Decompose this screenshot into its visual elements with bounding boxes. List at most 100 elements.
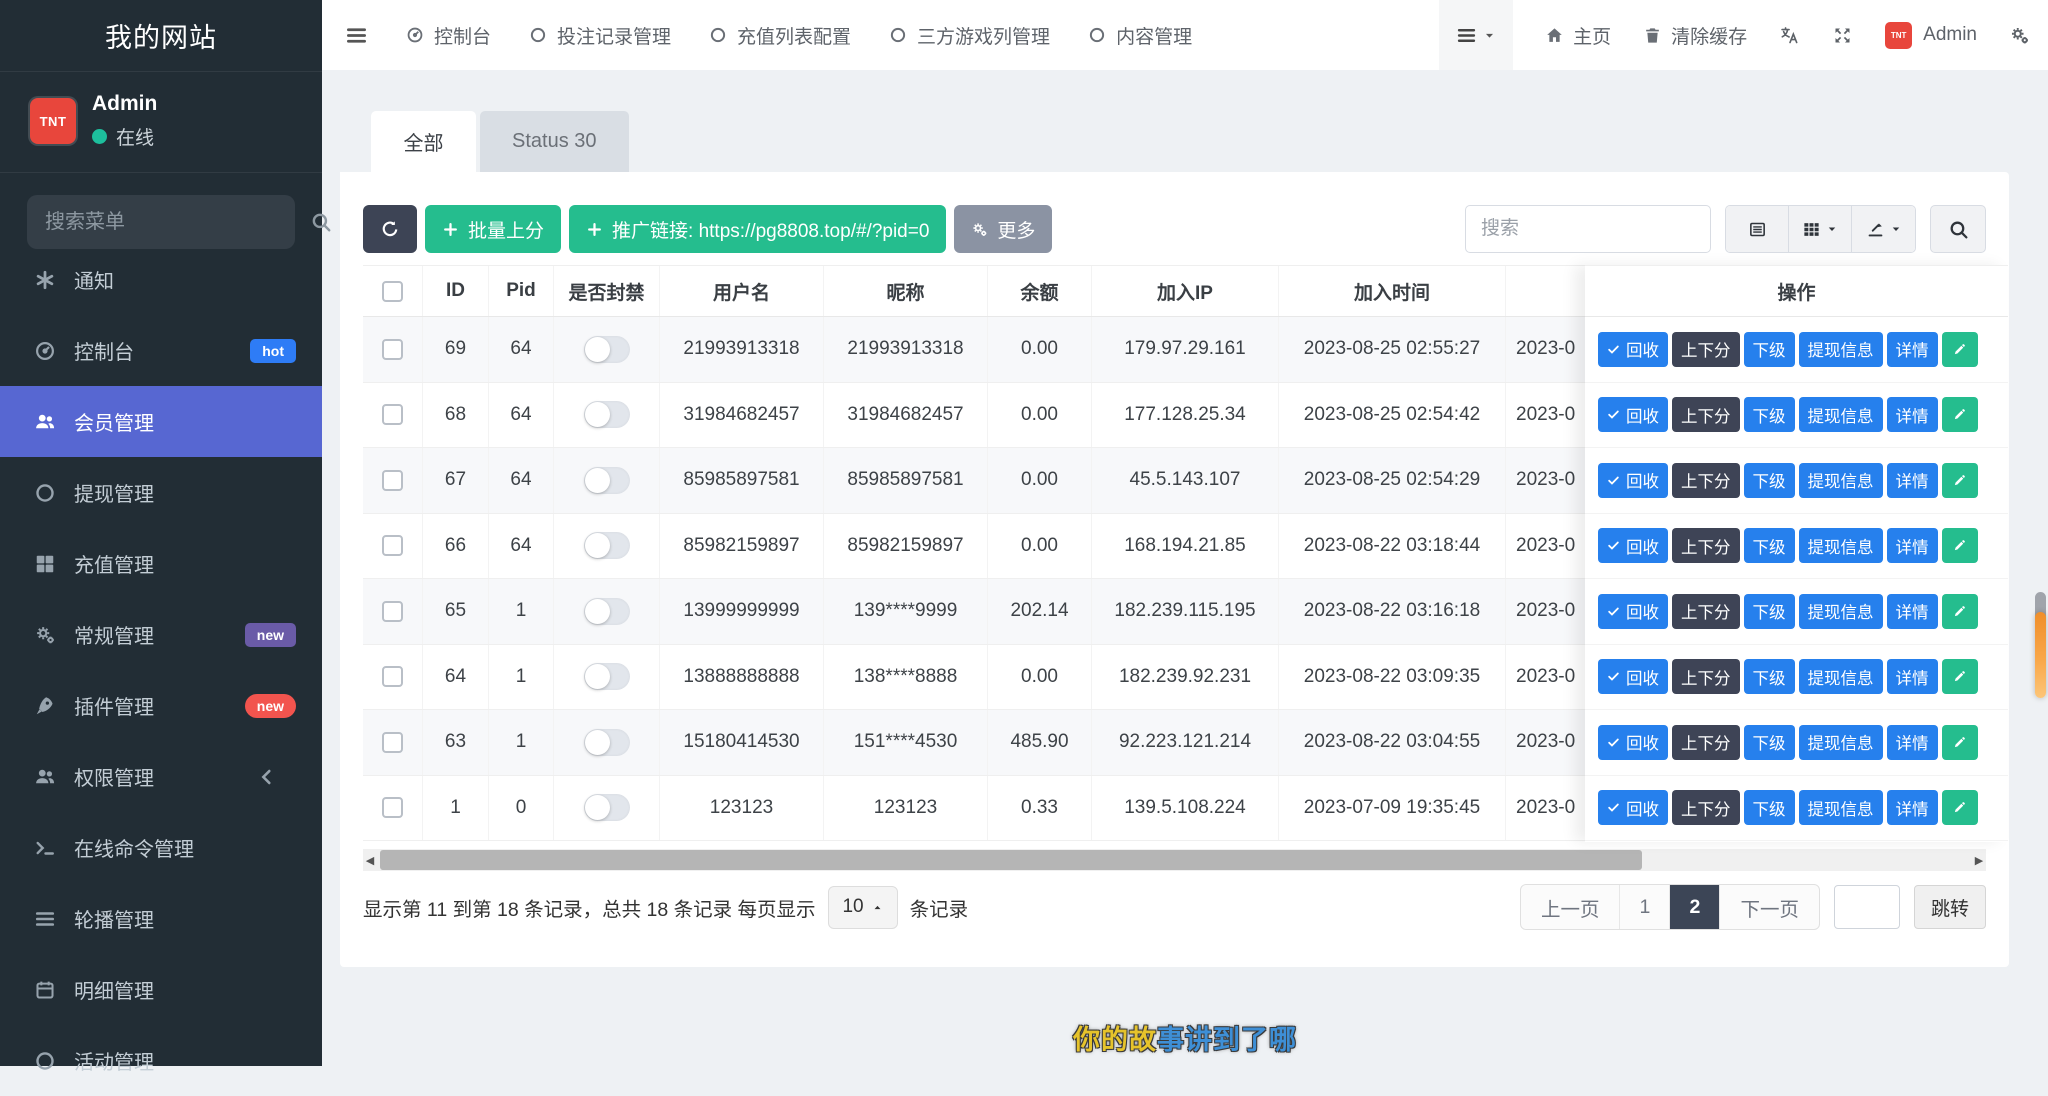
action-上下分-button[interactable]: 上下分 — [1672, 594, 1740, 629]
row-checkbox[interactable] — [382, 535, 403, 556]
sidebar-item[interactable]: 轮播管理 — [0, 883, 322, 954]
home-link[interactable]: 主页 — [1545, 22, 1611, 49]
sidebar-item[interactable]: 插件管理new — [0, 670, 322, 741]
action-回收-button[interactable]: 回收 — [1598, 528, 1668, 563]
column-header[interactable]: Pid — [489, 266, 554, 316]
action-edit-button[interactable] — [1942, 397, 1978, 432]
page-number-button[interactable]: 2 — [1670, 885, 1720, 929]
action-上下分-button[interactable]: 上下分 — [1672, 332, 1740, 367]
action-详情-button[interactable]: 详情 — [1887, 397, 1938, 432]
clear-cache-button[interactable]: 清除缓存 — [1643, 22, 1747, 49]
column-header[interactable]: ID — [423, 266, 489, 316]
action-edit-button[interactable] — [1942, 332, 1978, 367]
sidebar-item[interactable]: 常规管理new — [0, 599, 322, 670]
action-详情-button[interactable]: 详情 — [1887, 528, 1938, 563]
action-详情-button[interactable]: 详情 — [1887, 332, 1938, 367]
action-edit-button[interactable] — [1942, 725, 1978, 760]
column-header[interactable]: 加入时间 — [1279, 266, 1506, 316]
ban-toggle[interactable] — [584, 794, 630, 821]
topnav-tab[interactable]: 三方游戏列管理 — [889, 22, 1050, 49]
action-下级-button[interactable]: 下级 — [1744, 463, 1795, 498]
hamburger-icon[interactable] — [345, 24, 368, 47]
column-header[interactable]: 余额 — [988, 266, 1092, 316]
action-edit-button[interactable] — [1942, 463, 1978, 498]
row-checkbox[interactable] — [382, 339, 403, 360]
action-edit-button[interactable] — [1942, 528, 1978, 563]
action-下级-button[interactable]: 下级 — [1744, 528, 1795, 563]
action-下级-button[interactable]: 下级 — [1744, 790, 1795, 825]
jump-page-input[interactable] — [1834, 885, 1900, 929]
action-上下分-button[interactable]: 上下分 — [1672, 659, 1740, 694]
action-详情-button[interactable]: 详情 — [1887, 659, 1938, 694]
promo-link-button[interactable]: 推广链接: https://pg8808.top/#/?pid=0 — [569, 205, 946, 253]
menu-search-input[interactable] — [45, 211, 310, 234]
sidebar-item[interactable]: 提现管理 — [0, 457, 322, 528]
action-edit-button[interactable] — [1942, 659, 1978, 694]
ban-toggle[interactable] — [584, 729, 630, 756]
action-回收-button[interactable]: 回收 — [1598, 463, 1668, 498]
topnav-tab[interactable]: 投注记录管理 — [529, 22, 671, 49]
admin-menu[interactable]: TNT Admin — [1885, 22, 1977, 49]
column-header[interactable]: 昵称 — [824, 266, 988, 316]
action-详情-button[interactable]: 详情 — [1887, 463, 1938, 498]
ban-toggle[interactable] — [584, 401, 630, 428]
scrollbar-track[interactable] — [377, 849, 1972, 871]
column-header[interactable]: 用户名 — [660, 266, 824, 316]
detail-view-button[interactable] — [1726, 206, 1789, 252]
ban-toggle[interactable] — [584, 336, 630, 363]
translate-icon[interactable] — [1779, 25, 1800, 46]
table-search-input[interactable] — [1465, 205, 1711, 253]
more-button[interactable]: 更多 — [954, 205, 1052, 253]
action-提现信息-button[interactable]: 提现信息 — [1799, 790, 1883, 825]
action-提现信息-button[interactable]: 提现信息 — [1799, 528, 1883, 563]
action-提现信息-button[interactable]: 提现信息 — [1799, 594, 1883, 629]
action-提现信息-button[interactable]: 提现信息 — [1799, 332, 1883, 367]
sidebar-item[interactable]: 权限管理 — [0, 741, 322, 812]
action-上下分-button[interactable]: 上下分 — [1672, 725, 1740, 760]
scroll-left-arrow-icon[interactable]: ◀ — [363, 854, 377, 867]
action-详情-button[interactable]: 详情 — [1887, 725, 1938, 760]
action-上下分-button[interactable]: 上下分 — [1672, 463, 1740, 498]
action-回收-button[interactable]: 回收 — [1598, 659, 1668, 694]
select-all-checkbox[interactable] — [382, 281, 403, 302]
refresh-button[interactable] — [363, 205, 417, 253]
sidebar-item[interactable]: 在线命令管理 — [0, 812, 322, 883]
row-checkbox[interactable] — [382, 601, 403, 622]
topnav-tab[interactable]: 控制台 — [406, 22, 491, 49]
action-上下分-button[interactable]: 上下分 — [1672, 397, 1740, 432]
export-button[interactable] — [1852, 206, 1915, 252]
batch-add-score-button[interactable]: 批量上分 — [425, 205, 561, 253]
row-checkbox[interactable] — [382, 666, 403, 687]
nav-list-dropdown[interactable] — [1439, 0, 1513, 70]
columns-button[interactable] — [1789, 206, 1852, 252]
row-checkbox[interactable] — [382, 470, 403, 491]
sidebar-item[interactable]: 通知 — [0, 244, 322, 315]
action-下级-button[interactable]: 下级 — [1744, 332, 1795, 367]
sidebar-item[interactable]: 会员管理 — [0, 386, 322, 457]
scroll-right-arrow-icon[interactable]: ▶ — [1972, 854, 1986, 867]
view-tab[interactable]: 全部 — [371, 111, 476, 172]
action-回收-button[interactable]: 回收 — [1598, 397, 1668, 432]
action-edit-button[interactable] — [1942, 594, 1978, 629]
action-详情-button[interactable]: 详情 — [1887, 790, 1938, 825]
view-tab[interactable]: Status 30 — [480, 111, 629, 172]
action-上下分-button[interactable]: 上下分 — [1672, 790, 1740, 825]
column-header[interactable]: 是否封禁 — [554, 266, 660, 316]
page-number-button[interactable]: 1 — [1620, 885, 1670, 929]
ban-toggle[interactable] — [584, 467, 630, 494]
scrollbar-thumb[interactable] — [380, 850, 1642, 870]
action-提现信息-button[interactable]: 提现信息 — [1799, 659, 1883, 694]
action-提现信息-button[interactable]: 提现信息 — [1799, 397, 1883, 432]
vertical-scrollbar-thumb[interactable] — [2035, 612, 2046, 698]
action-上下分-button[interactable]: 上下分 — [1672, 528, 1740, 563]
topnav-tab[interactable]: 内容管理 — [1088, 22, 1192, 49]
avatar[interactable]: TNT — [30, 98, 76, 144]
action-回收-button[interactable]: 回收 — [1598, 725, 1668, 760]
action-详情-button[interactable]: 详情 — [1887, 594, 1938, 629]
action-回收-button[interactable]: 回收 — [1598, 332, 1668, 367]
ban-toggle[interactable] — [584, 598, 630, 625]
next-page-button[interactable]: 下一页 — [1720, 885, 1819, 929]
row-checkbox[interactable] — [382, 797, 403, 818]
prev-page-button[interactable]: 上一页 — [1521, 885, 1621, 929]
action-下级-button[interactable]: 下级 — [1744, 725, 1795, 760]
